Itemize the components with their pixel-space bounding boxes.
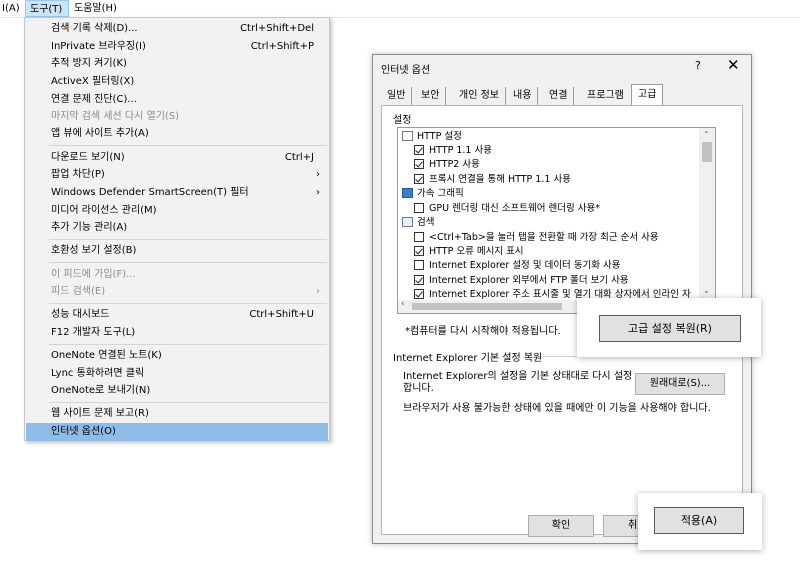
chevron-right-icon: › [316,187,320,198]
document-icon [402,131,413,141]
dialog-title: 인터넷 옵션 [381,65,431,76]
settings-list[interactable]: HTTP 설정 HTTP 1.1 사용 HTTP2 사용 프록시 연결을 통해 … [397,127,716,314]
menu-separator [49,402,327,403]
menubar-item-partial[interactable]: I(A) [0,0,24,17]
tab-privacy[interactable]: 개인 정보 [453,87,506,105]
menu-item-internet-options[interactable]: 인터넷 옵션(O) [26,423,328,441]
reset-description: Internet Explorer의 설정을 기본 상태대로 다시 설정합니다. [403,371,633,394]
restart-note: *컴퓨터를 다시 시작해야 적용됩니다. [405,326,561,337]
menu-item-send-to-onenote[interactable]: OneNote로 보내기(N) [26,382,328,400]
checkbox[interactable] [414,232,424,242]
menu-separator [49,262,327,263]
checkbox[interactable] [414,145,424,155]
scrollbar-thumb[interactable] [412,303,562,310]
menu-item-lync-call[interactable]: Lync 통화하려면 클릭 [26,365,328,383]
scroll-up-icon[interactable]: ⌃ [703,130,710,139]
callout-restore-advanced: 고급 설정 복원(R) [577,298,761,357]
restore-advanced-button[interactable]: 고급 설정 복원(R) [599,315,741,342]
callout-apply: 적용(A) [638,493,762,550]
checkbox[interactable] [414,246,424,256]
tab-security[interactable]: 보안 [415,87,447,105]
reset-button[interactable]: 원래대로(S)... [635,373,725,395]
tab-advanced[interactable]: 고급 [631,84,664,106]
menu-item-tracking-protection[interactable]: 추적 방지 켜기(K) [26,55,328,73]
tab-programs[interactable]: 프로그램 [581,87,630,105]
tab-general[interactable]: 일반 [381,87,413,105]
checkbox[interactable] [414,275,424,285]
help-icon[interactable]: ? [695,59,701,72]
checkbox[interactable] [414,203,424,213]
menu-separator [49,303,327,304]
checkbox[interactable] [414,174,424,184]
menu-item-smartscreen[interactable]: Windows Defender SmartScreen(T) 필터 › [26,184,328,202]
menu-item-feed-discovery: 피드 검색(E) › [26,283,328,301]
scroll-left-icon[interactable]: ‹ [401,299,405,309]
checkbox[interactable] [414,159,424,169]
menu-item-f12-devtools[interactable]: F12 개발자 도구(L) [26,324,328,342]
close-icon[interactable]: ✕ [727,56,740,74]
reset-warning: 브라우저가 사용 불가능한 상태에 있을 때에만 이 기능을 사용해야 합니다. [403,403,711,414]
ok-button[interactable]: 확인 [528,515,594,537]
checkbox[interactable] [414,289,424,299]
menu-item-view-downloads[interactable]: 다운로드 보기(N) Ctrl+J [26,149,328,167]
menu-item-media-licenses[interactable]: 미디어 라이선스 관리(M) [26,202,328,220]
apply-button[interactable]: 적용(A) [654,507,744,534]
menu-bar: I(A) 도구(T) 도움말(H) [0,0,800,18]
scrollbar-thumb[interactable] [702,142,712,162]
vertical-scrollbar[interactable]: ⌃ ⌄ [699,128,715,300]
menu-separator [49,145,327,146]
menubar-item-help[interactable]: 도움말(H) [70,0,121,17]
menu-item-reopen-session: 마지막 검색 세션 다시 열기(S) [51,111,180,122]
tab-content[interactable]: 내용 [507,87,539,105]
menubar-item-tools[interactable]: 도구(T) [25,0,69,17]
menu-item-popup-blocker[interactable]: 팝업 차단(P) › [26,166,328,184]
menu-item-report-site-problems[interactable]: 웹 사이트 문제 보고(R) [26,405,328,423]
scroll-down-icon[interactable]: ⌄ [703,286,710,295]
menu-item-activex-filtering[interactable]: ActiveX 필터링(X) [26,73,328,91]
menu-item-inprivate[interactable]: InPrivate 브라우징(I) Ctrl+Shift+P [26,38,328,56]
menu-separator [49,239,327,240]
menu-item-add-site-to-apps[interactable]: 앱 뷰에 사이트 추가(A) [26,125,328,143]
menu-item-manage-addons[interactable]: 추가 기능 관리(A) [26,219,328,237]
chevron-right-icon: › [316,286,320,297]
monitor-icon [402,188,413,198]
menu-item-compat-view[interactable]: 호환성 보기 설정(B) [26,242,328,260]
menu-item-performance-dashboard[interactable]: 성능 대시보드 Ctrl+Shift+U [26,306,328,324]
menu-item-subscribe-feed: 이 피드에 가입(F)... [51,269,136,280]
browser-window-icon [402,217,413,227]
reset-group-label: Internet Explorer 기본 설정 복원 [393,349,547,364]
tools-menu: 검색 기록 삭제(D)... Ctrl+Shift+Del InPrivate 브… [24,17,330,441]
menu-item-onenote-linked[interactable]: OneNote 연결된 노트(K) [26,347,328,365]
chevron-right-icon: › [316,169,320,180]
settings-label: 설정 [393,115,412,126]
menu-separator [49,344,327,345]
menu-item-diagnose-connection[interactable]: 연결 문제 진단(C)... [26,91,328,109]
checkbox[interactable] [414,260,424,270]
menu-item-delete-history[interactable]: 검색 기록 삭제(D)... Ctrl+Shift+Del [26,20,328,38]
tab-connections[interactable]: 연결 [543,87,575,105]
